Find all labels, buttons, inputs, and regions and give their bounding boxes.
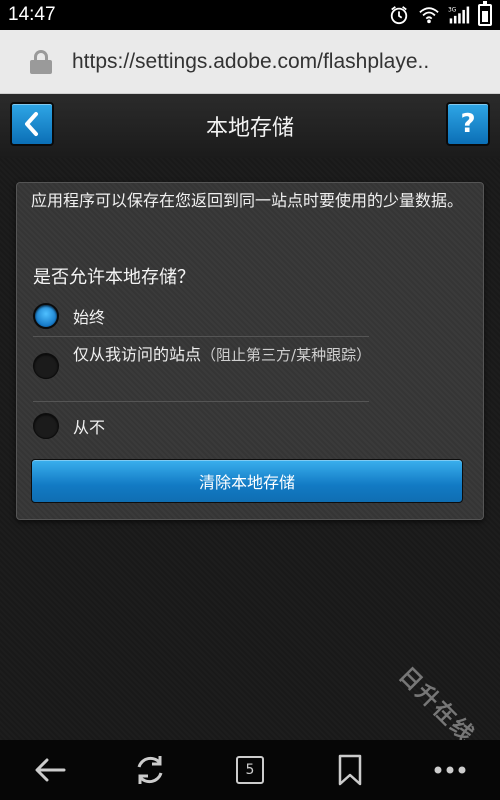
help-button[interactable]: ? xyxy=(446,102,490,146)
nav-tabs-button[interactable]: 5 xyxy=(228,748,272,792)
app-header: 本地存储 ? xyxy=(0,94,500,158)
lock-icon xyxy=(30,49,52,74)
chevron-left-icon xyxy=(25,112,38,136)
option-visited-sites-label: 仅从我访问的站点（阻止第三方/某种跟踪） xyxy=(73,341,371,365)
description-text: 应用程序可以保存在您返回到同一站点时要使用的少量数据。 xyxy=(31,191,464,210)
page-title: 本地存储 xyxy=(205,116,294,141)
browser-bottom-nav: 5 xyxy=(0,740,500,800)
question-text: 是否允许本地存储？ xyxy=(33,267,195,288)
nav-menu-button[interactable] xyxy=(428,748,472,792)
option-never[interactable]: 从不 xyxy=(33,413,105,439)
option-always-label: 始终 xyxy=(73,308,106,327)
option-visited-sites[interactable]: 仅从我访问的站点（阻止第三方/某种跟踪） xyxy=(33,341,371,379)
nav-bookmark-button[interactable] xyxy=(328,748,372,792)
signal-icon: 3G xyxy=(448,6,470,24)
content-area: 应用程序可以保存在您返回到同一站点时要使用的少量数据。 是否允许本地存储？ 始终… xyxy=(0,158,500,749)
radio-always[interactable] xyxy=(33,303,59,329)
battery-icon xyxy=(478,1,492,26)
option-visited-sites-note: （阻止第三方/某种跟踪） xyxy=(201,346,372,364)
question-mark-icon: ? xyxy=(460,109,476,139)
nav-back-button[interactable] xyxy=(28,748,72,792)
back-button[interactable] xyxy=(10,102,54,146)
address-bar[interactable]: https://settings.adobe.com/flashplaye.. xyxy=(0,30,500,94)
option-always[interactable]: 始终 xyxy=(33,303,105,329)
watermark-logo: 日升在线 xyxy=(393,662,480,749)
local-storage-panel: 应用程序可以保存在您返回到同一站点时要使用的少量数据。 是否允许本地存储？ 始终… xyxy=(16,182,484,520)
alarm-icon xyxy=(390,6,408,25)
nav-refresh-button[interactable] xyxy=(128,748,172,792)
refresh-icon xyxy=(137,756,163,784)
option-visited-sites-text: 仅从我访问的站点 xyxy=(73,345,202,364)
option-divider xyxy=(33,401,369,402)
status-icons: 3G xyxy=(388,1,492,26)
clear-local-storage-button[interactable]: 清除本地存储 xyxy=(31,459,463,503)
wifi-icon xyxy=(419,7,439,24)
tabs-count: 5 xyxy=(245,762,255,778)
more-dots-icon xyxy=(434,766,466,774)
radio-never[interactable] xyxy=(33,413,59,439)
url-text[interactable]: https://settings.adobe.com/flashplaye.. xyxy=(72,50,492,74)
arrow-left-icon xyxy=(35,758,66,782)
bookmark-icon xyxy=(338,754,362,786)
status-bar: 14:47 3G xyxy=(0,0,500,30)
status-time: 14:47 xyxy=(8,4,56,25)
radio-visited-sites[interactable] xyxy=(33,353,59,379)
option-divider xyxy=(33,336,369,337)
option-never-label: 从不 xyxy=(73,418,106,437)
svg-text:3G: 3G xyxy=(448,8,457,14)
